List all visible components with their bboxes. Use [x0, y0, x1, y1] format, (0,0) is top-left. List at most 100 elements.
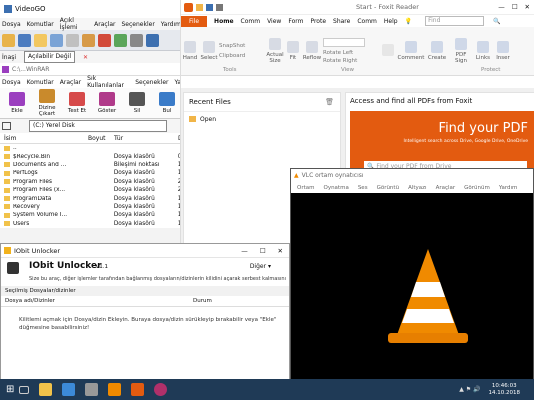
hand-tool[interactable]: Hand	[181, 41, 199, 61]
search-box[interactable]: Find	[425, 16, 485, 26]
copy-icon[interactable]	[50, 33, 63, 47]
col-size[interactable]: Boyut	[88, 135, 114, 142]
close-x-icon[interactable]: ✕	[83, 54, 88, 61]
fit-button[interactable]: Fit	[285, 41, 301, 61]
add-button[interactable]: Ekle	[2, 92, 32, 114]
folder-icon[interactable]	[34, 33, 47, 47]
menu-item[interactable]: Komutlar	[27, 21, 54, 28]
actual-size-button[interactable]: Actual Size	[265, 38, 285, 64]
col-type[interactable]: Tür	[114, 135, 178, 142]
select-tool[interactable]: Select	[199, 41, 219, 61]
rotate-left-button[interactable]: Rotate Left	[323, 50, 379, 56]
tab-file[interactable]: File	[181, 15, 208, 27]
menu-item[interactable]: Açıkl İşlemi	[60, 17, 88, 31]
task-view-icon[interactable]	[19, 385, 30, 394]
clipboard-button[interactable]: Clipboard	[219, 53, 265, 59]
vlc-menu-item[interactable]: Altyazı	[408, 185, 427, 191]
insert-button[interactable]: Inser	[493, 41, 513, 61]
col-file-name[interactable]: Dosya adı/Dizinler	[5, 298, 193, 304]
snapshot-button[interactable]: SnapShot	[219, 43, 265, 49]
iobit-taskbar-icon[interactable]	[85, 383, 99, 396]
vlc-menu-item[interactable]: Ortam	[297, 185, 314, 191]
cut-icon[interactable]	[66, 33, 79, 47]
vlc-menu-item[interactable]: Yardım	[499, 185, 518, 191]
explorer-icon[interactable]	[39, 383, 53, 396]
view-button[interactable]: Göster	[92, 92, 122, 114]
save-file-icon[interactable]	[206, 3, 213, 11]
language-dropdown[interactable]: Diğer ▾	[250, 263, 271, 270]
vlc-menu-item[interactable]: Oynatma	[323, 185, 348, 191]
text-tool[interactable]	[379, 44, 397, 58]
paste-icon[interactable]	[82, 33, 95, 47]
close-icon[interactable]: ✕	[278, 247, 283, 255]
address-tab[interactable]: Açılabilir Değil	[24, 51, 75, 63]
print-icon[interactable]	[216, 3, 223, 11]
menu-item[interactable]: Sık Kullanılanlar	[87, 75, 129, 89]
drop-area[interactable]: Kilitlemi açmak için Dosya/dizin Ekleyin…	[1, 307, 289, 331]
table-row[interactable]: Documents and ...Bileşimi noktası14.	[0, 161, 187, 169]
vlc-menu-item[interactable]: Görüntü	[377, 185, 400, 191]
col-name[interactable]: İsim	[0, 135, 88, 142]
settings-icon[interactable]	[130, 33, 143, 47]
maximize-icon[interactable]: ☐	[512, 3, 518, 11]
table-row[interactable]: RecoveryDosya klasörü14.	[0, 203, 187, 211]
extract-button[interactable]: Dizine Çıkart	[32, 89, 62, 117]
tab-share[interactable]: Share	[333, 18, 350, 25]
find-button[interactable]: Bul	[152, 92, 182, 114]
refresh-icon[interactable]	[114, 33, 127, 47]
menu-item[interactable]: Seçenekler	[135, 79, 168, 86]
menu-item[interactable]: Yardım	[161, 21, 181, 28]
minimize-icon[interactable]: —	[241, 247, 248, 255]
rotate-right-button[interactable]: Rotate Right	[323, 58, 379, 64]
tab-comment[interactable]: Comm	[241, 18, 261, 25]
save-icon[interactable]	[18, 33, 31, 47]
tab-home[interactable]: Home	[214, 18, 233, 25]
table-row[interactable]: Program Files (x...Dosya klasörü28.	[0, 186, 187, 194]
vlc-menu-item[interactable]: Araçlar	[436, 185, 456, 191]
browser-taskbar-icon[interactable]	[154, 383, 168, 396]
vlc-taskbar-icon[interactable]	[108, 383, 122, 396]
tab-protect[interactable]: Prote	[310, 18, 326, 25]
pdf-sign-button[interactable]: PDF Sign	[449, 38, 473, 64]
vlc-menu-item[interactable]: Görünüm	[464, 185, 490, 191]
tray-icons[interactable]: ▲ ⚑ 🔊	[459, 386, 480, 393]
close-icon[interactable]: ✕	[525, 3, 530, 11]
menu-item[interactable]: Araçlar	[94, 21, 115, 28]
store-icon[interactable]	[62, 383, 76, 396]
create-button[interactable]: Create	[425, 41, 449, 61]
maximize-icon[interactable]: ☐	[260, 247, 266, 255]
links-button[interactable]: Links	[473, 41, 493, 61]
delete-button[interactable]: Sil	[122, 92, 152, 114]
menu-item[interactable]: Seçenekler	[122, 21, 155, 28]
search-icon[interactable]: 🔍	[493, 18, 500, 25]
start-button[interactable]: ⊞	[6, 384, 14, 395]
open-icon[interactable]	[2, 33, 15, 47]
back-label[interactable]: İnaşi	[2, 54, 16, 61]
table-row[interactable]: ..	[0, 144, 187, 152]
open-button[interactable]: Open	[184, 112, 340, 126]
menu-item[interactable]: Komutlar	[27, 79, 54, 86]
menu-item[interactable]: Dosya	[2, 21, 21, 28]
table-row[interactable]: System Volume I...Dosya klasörü14.	[0, 211, 187, 219]
col-status[interactable]: Durum	[193, 298, 212, 304]
open-file-icon[interactable]	[196, 3, 203, 11]
test-button[interactable]: Test Et	[62, 92, 92, 114]
table-row[interactable]: UsersDosya klasörü14.	[0, 220, 187, 228]
drive-dropdown[interactable]: (C:) Yerel Disk	[29, 120, 167, 132]
foxit-taskbar-icon[interactable]	[131, 383, 145, 396]
table-row[interactable]: ProgramDataDosya klasörü14.	[0, 194, 187, 202]
vlc-menu-item[interactable]: Ses	[358, 185, 368, 191]
reflow-button[interactable]: Reflow	[301, 41, 323, 61]
tab-connect[interactable]: Comm	[357, 18, 377, 25]
table-row[interactable]: PerfLogsDosya klasörü15.	[0, 169, 187, 177]
table-row[interactable]: $Recycle.BinDosya klasörü07.	[0, 152, 187, 160]
tab-view[interactable]: View	[267, 18, 281, 25]
zoom-box[interactable]	[323, 38, 365, 47]
delete-icon[interactable]	[98, 33, 111, 47]
trash-icon[interactable]: 🗑	[325, 98, 334, 106]
up-folder-icon[interactable]	[2, 122, 11, 130]
tab-form[interactable]: Form	[288, 18, 303, 25]
lightbulb-icon[interactable]: 💡	[405, 18, 412, 25]
menu-item[interactable]: Araçlar	[60, 79, 81, 86]
tab-help[interactable]: Help	[384, 18, 398, 25]
